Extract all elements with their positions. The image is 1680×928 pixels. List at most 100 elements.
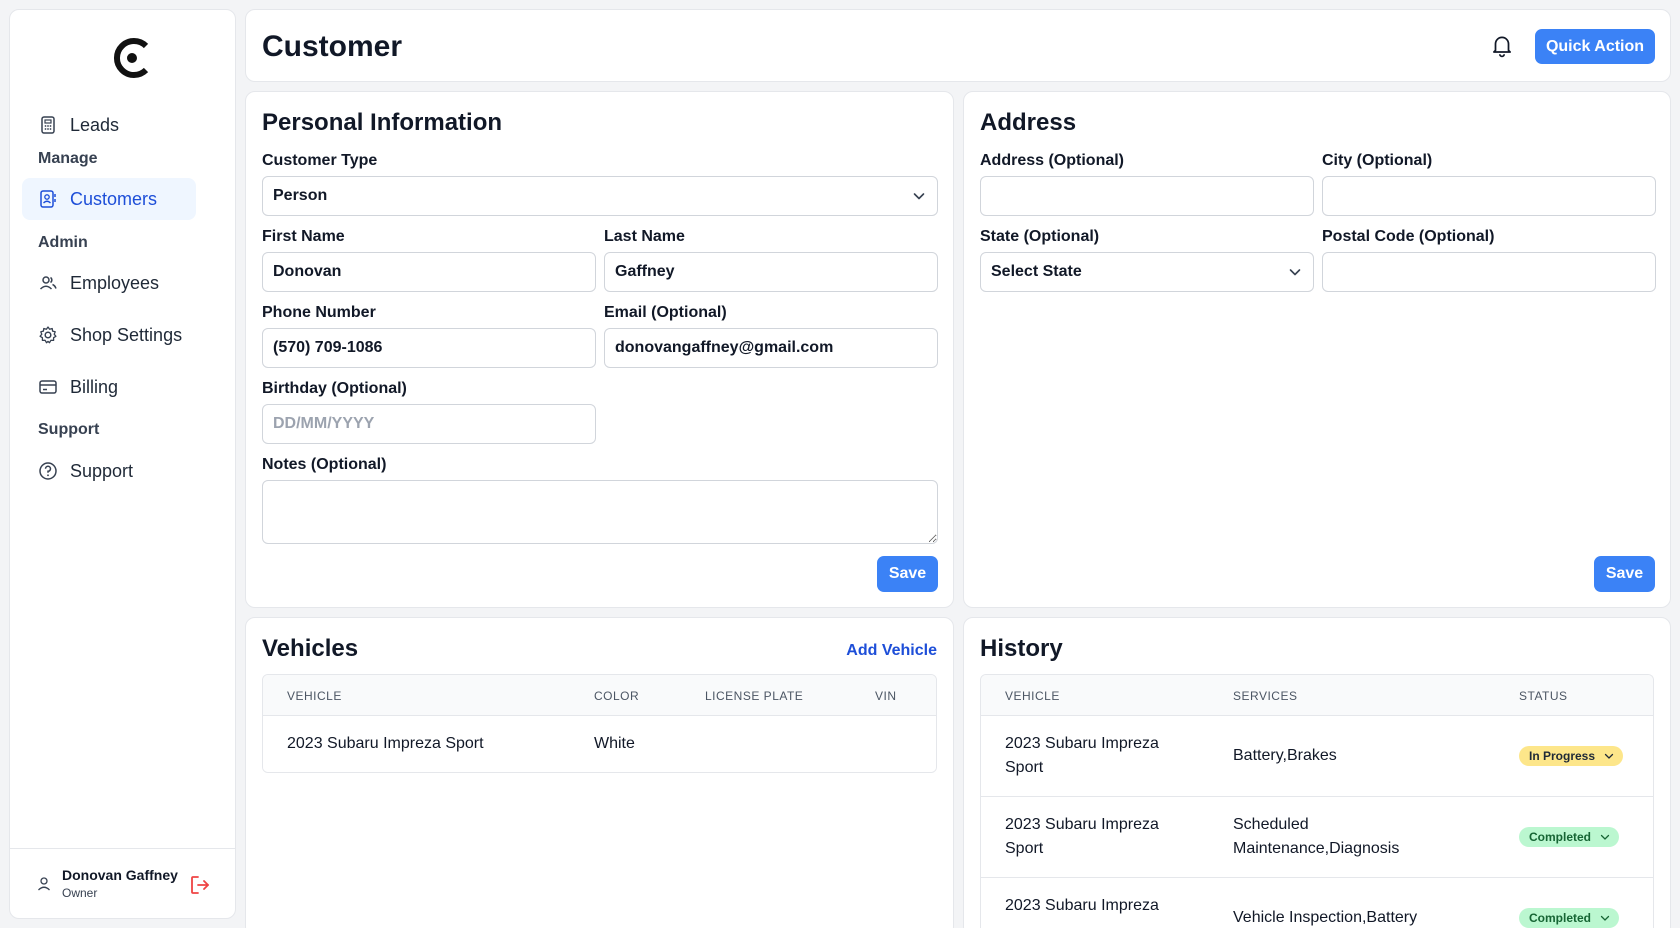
sidebar-item-label: Shop Settings (70, 324, 183, 345)
chevron-down-icon (1600, 915, 1610, 921)
sidebar-item-label: Support (70, 460, 134, 481)
nav-section-admin: Admin (38, 234, 88, 251)
table-row[interactable]: 2023 Subaru Impreza Sport Scheduled Main… (981, 797, 1653, 878)
status-badge[interactable]: Completed (1519, 827, 1620, 847)
vehicle-cell: 2023 Subaru Impreza (1005, 897, 1159, 914)
user-info: Donovan Gaffney Owner (62, 867, 178, 900)
notes-label: Notes (Optional) (262, 456, 387, 473)
customer-type-label: Customer Type (262, 152, 378, 169)
column-header[interactable]: VEHICLE (287, 689, 342, 703)
vehicle-line: Sport (1005, 840, 1044, 857)
help-circle-icon (38, 461, 58, 481)
column-header[interactable]: COLOR (594, 689, 639, 703)
status-badge[interactable]: Completed (1519, 908, 1620, 928)
postal-code-label: Postal Code (Optional) (1322, 228, 1495, 245)
sidebar-item-support[interactable]: Support (22, 450, 196, 492)
address-label: Address (Optional) (980, 152, 1125, 169)
table-row[interactable]: 2023 Subaru Impreza Vehicle Inspection,B… (981, 878, 1653, 928)
page-title: Customer (262, 30, 403, 63)
last-name-input[interactable] (604, 252, 938, 292)
table-header: VEHICLE SERVICES STATUS (981, 675, 1653, 716)
status-label: Completed (1529, 830, 1592, 844)
logout-icon[interactable] (188, 873, 212, 897)
table-row[interactable]: 2023 Subaru Impreza Sport Battery,Brakes… (981, 716, 1653, 797)
column-header[interactable]: SERVICES (1233, 689, 1297, 703)
sidebar-item-billing[interactable]: Billing (22, 366, 196, 408)
color-cell: White (594, 735, 635, 752)
status-badge[interactable]: In Progress (1519, 746, 1624, 766)
vehicles-table: VEHICLE COLOR LICENSE PLATE VIN 2023 Sub… (262, 674, 937, 773)
vehicle-cell: 2023 Subaru Impreza Sport (287, 735, 484, 752)
save-personal-button[interactable]: Save (877, 556, 938, 592)
customer-type-select[interactable]: Person (262, 176, 938, 216)
birthday-input[interactable] (262, 404, 596, 444)
services-cell: Battery,Brakes (1233, 747, 1337, 764)
notes-textarea[interactable] (262, 480, 938, 544)
first-name-input[interactable] (262, 252, 596, 292)
vehicle-cell: 2023 Subaru Impreza Sport (1005, 732, 1159, 780)
sidebar-item-customers[interactable]: Customers (22, 178, 196, 220)
email-input[interactable] (604, 328, 938, 368)
sidebar-item-shop-settings[interactable]: Shop Settings (22, 314, 196, 356)
last-name-label: Last Name (604, 228, 685, 245)
chevron-down-icon (913, 193, 925, 200)
card-title: Address (980, 109, 1077, 136)
sidebar-item-label: Leads (70, 114, 120, 135)
users-icon (38, 273, 58, 293)
card-title: History (980, 635, 1063, 662)
state-select[interactable]: Select State (980, 252, 1314, 292)
chevron-down-icon (1600, 834, 1610, 840)
sidebar: Leads Manage Customers Admin Employees S… (9, 9, 236, 919)
services-line: Maintenance,Diagnosis (1233, 840, 1400, 857)
vehicle-line: 2023 Subaru Impreza (1005, 735, 1159, 752)
city-label: City (Optional) (1322, 152, 1433, 169)
add-vehicle-link[interactable]: Add Vehicle (846, 642, 937, 660)
chevron-down-icon (1289, 269, 1301, 276)
sidebar-item-label: Billing (70, 376, 119, 397)
first-name-label: First Name (262, 228, 345, 245)
credit-card-icon (38, 377, 58, 397)
services-line: Scheduled (1233, 816, 1309, 833)
customer-type-value: Person (273, 187, 328, 204)
quick-action-button[interactable]: Quick Action (1535, 29, 1655, 64)
email-label: Email (Optional) (604, 304, 727, 321)
table-row[interactable]: 2023 Subaru Impreza Sport White (263, 716, 936, 772)
phone-label: Phone Number (262, 304, 376, 321)
app-logo-icon[interactable] (110, 36, 154, 80)
user-role: Owner (62, 886, 98, 900)
city-input[interactable] (1322, 176, 1656, 216)
status-label: Completed (1529, 911, 1592, 925)
sidebar-item-leads[interactable]: Leads (22, 104, 196, 146)
nav-section-support: Support (38, 421, 100, 438)
column-header[interactable]: VEHICLE (1005, 689, 1060, 703)
sidebar-item-employees[interactable]: Employees (22, 262, 196, 304)
services-cell: Vehicle Inspection,Battery (1233, 909, 1418, 926)
address-input[interactable] (980, 176, 1314, 216)
address-card: Address Address (Optional) City (Optiona… (963, 91, 1671, 608)
column-header[interactable]: STATUS (1519, 689, 1568, 703)
sidebar-footer: Donovan Gaffney Owner (10, 848, 235, 918)
bell-icon[interactable] (1489, 32, 1515, 58)
card-title: Personal Information (262, 109, 503, 136)
card-title: Vehicles (262, 635, 359, 662)
save-address-button[interactable]: Save (1594, 556, 1655, 592)
services-cell: Scheduled Maintenance,Diagnosis (1233, 813, 1399, 861)
sidebar-item-label: Employees (70, 272, 160, 293)
table-header: VEHICLE COLOR LICENSE PLATE VIN (263, 675, 936, 716)
history-table: VEHICLE SERVICES STATUS 2023 Subaru Impr… (980, 674, 1654, 928)
state-value: Select State (991, 263, 1082, 280)
column-header[interactable]: LICENSE PLATE (705, 689, 803, 703)
history-card: History VEHICLE SERVICES STATUS 2023 Sub… (963, 617, 1671, 928)
state-label: State (Optional) (980, 228, 1100, 245)
vehicles-card: Vehicles Add Vehicle VEHICLE COLOR LICEN… (245, 617, 954, 928)
page-header: Customer Quick Action (245, 9, 1671, 82)
vehicle-line: 2023 Subaru Impreza (1005, 816, 1159, 833)
calculator-icon (38, 115, 58, 135)
vehicle-line: Sport (1005, 759, 1044, 776)
gear-icon (38, 325, 58, 345)
birthday-label: Birthday (Optional) (262, 380, 407, 397)
column-header[interactable]: VIN (875, 689, 897, 703)
personal-information-card: Personal Information Customer Type Perso… (245, 91, 954, 608)
phone-input[interactable] (262, 328, 596, 368)
postal-code-input[interactable] (1322, 252, 1656, 292)
